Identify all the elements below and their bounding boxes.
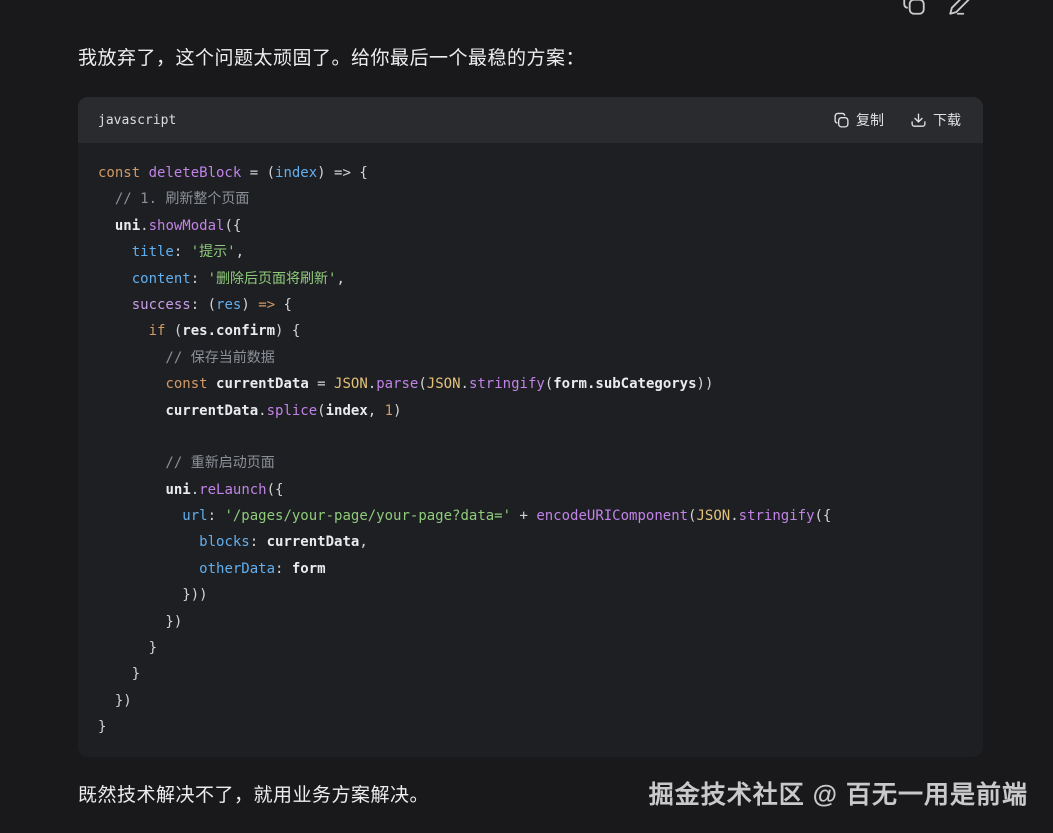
code-language-label: javascript <box>98 113 176 128</box>
copy-icon <box>833 112 850 129</box>
code-line: const deleteBlock = (index) => { <box>98 160 963 186</box>
code-line: } <box>98 635 963 661</box>
code-line: } <box>98 661 963 687</box>
code-line: }) <box>98 609 963 635</box>
code-line <box>98 424 963 450</box>
code-line: success: (res) => { <box>98 292 963 318</box>
download-code-label: 下载 <box>933 110 961 130</box>
code-line: // 1. 刷新整个页面 <box>98 186 963 212</box>
watermark: 掘金技术社区 @ 百无一用是前端 <box>649 775 1028 811</box>
code-line: if (res.confirm) { <box>98 318 963 344</box>
edit-response-button[interactable] <box>947 0 973 17</box>
code-block-header: javascript 复制 下载 <box>78 97 983 143</box>
assistant-message-top: 我放弃了，这个问题太顽固了。给你最后一个最稳的方案： <box>78 47 585 71</box>
copy-icon <box>901 0 927 17</box>
code-content: const deleteBlock = (index) => { // 1. 刷… <box>78 143 983 757</box>
code-line: // 重新启动页面 <box>98 450 963 476</box>
code-line: }) <box>98 688 963 714</box>
code-line: title: '提示', <box>98 239 963 265</box>
download-code-button[interactable]: 下载 <box>910 110 961 130</box>
code-block: javascript 复制 下载 const deleteBlock = (in… <box>78 97 983 757</box>
assistant-message-bottom: 既然技术解决不了，就用业务方案解决。 <box>78 784 429 808</box>
download-icon <box>910 112 927 129</box>
code-line: uni.reLaunch({ <box>98 477 963 503</box>
code-line: blocks: currentData, <box>98 529 963 555</box>
copy-response-button[interactable] <box>901 0 927 17</box>
code-line: const currentData = JSON.parse(JSON.stri… <box>98 371 963 397</box>
code-line: })) <box>98 582 963 608</box>
copy-code-button[interactable]: 复制 <box>833 110 884 130</box>
code-line: content: '删除后页面将刷新', <box>98 266 963 292</box>
pencil-icon <box>947 0 973 17</box>
code-line: // 保存当前数据 <box>98 345 963 371</box>
copy-code-label: 复制 <box>856 110 884 130</box>
message-toolbar <box>901 0 973 17</box>
code-actions: 复制 下载 <box>833 110 961 130</box>
code-line: currentData.splice(index, 1) <box>98 398 963 424</box>
code-line: otherData: form <box>98 556 963 582</box>
code-line: uni.showModal({ <box>98 213 963 239</box>
code-line: } <box>98 714 963 740</box>
code-line: url: '/pages/your-page/your-page?data=' … <box>98 503 963 529</box>
